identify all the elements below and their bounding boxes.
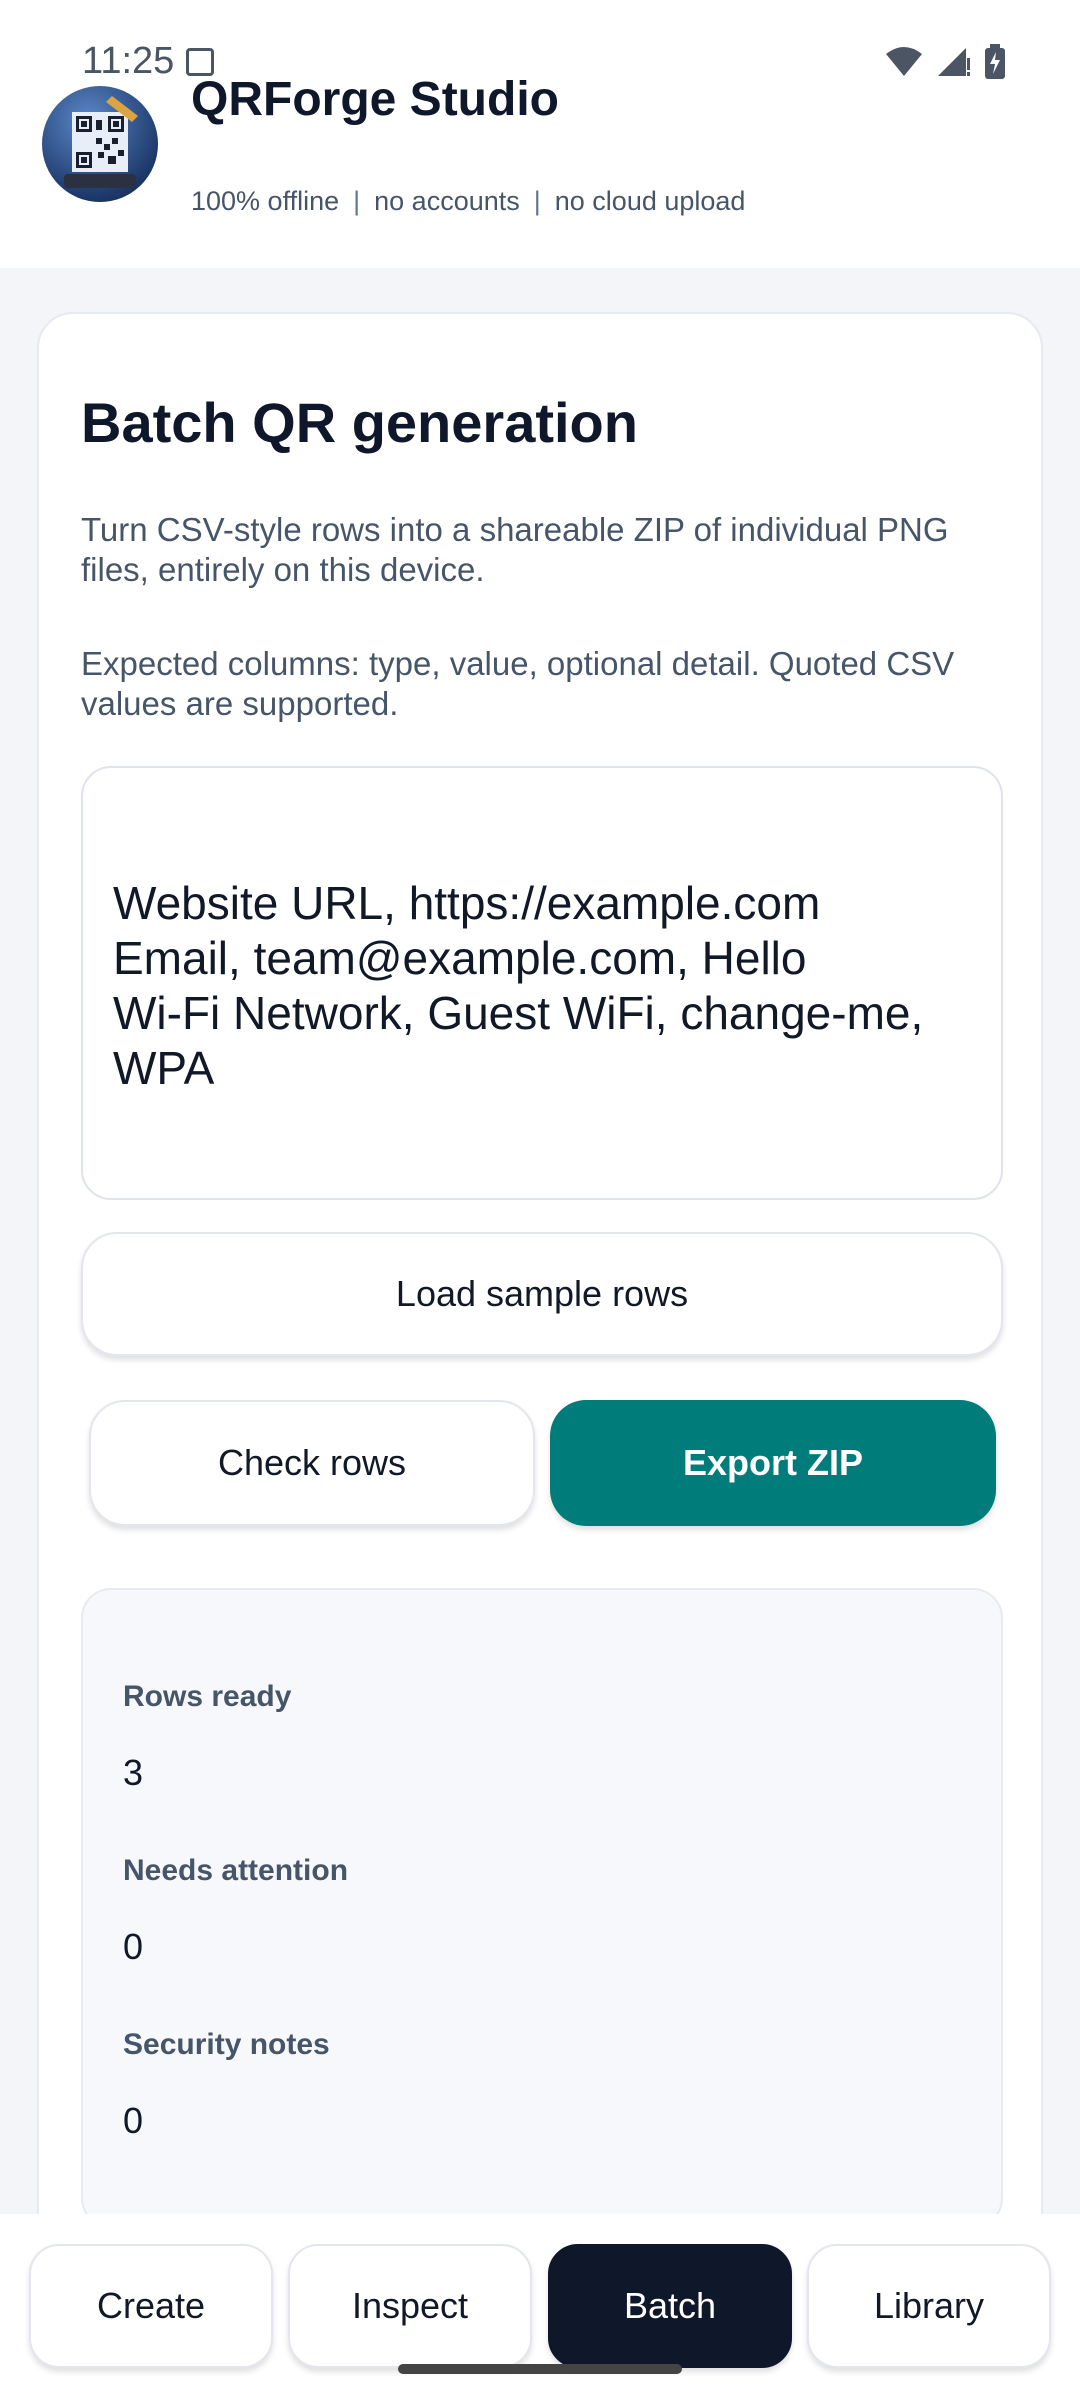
export-zip-button[interactable]: Export ZIP — [550, 1400, 996, 1526]
security-notes-value: 0 — [123, 2100, 144, 2141]
page-title: Batch QR generation — [81, 391, 638, 454]
columns-hint: Expected columns: type, value, optional … — [81, 645, 955, 722]
status-clock: 11:25 — [82, 40, 175, 82]
batch-rows-input[interactable] — [81, 766, 1003, 1200]
subtitle-offline: 100% offline — [191, 186, 340, 216]
rows-ready-label: Rows ready — [123, 1680, 292, 1713]
wifi-icon — [886, 47, 922, 76]
load-sample-rows-button[interactable]: Load sample rows — [81, 1232, 1003, 1356]
check-rows-button[interactable]: Check rows — [89, 1400, 535, 1526]
tab-batch[interactable]: Batch — [548, 2244, 792, 2368]
app-title: QRForge Studio — [191, 73, 559, 126]
needs-attention-value: 0 — [123, 1926, 144, 1967]
battery-charging-icon — [985, 44, 1005, 79]
subtitle-no-cloud: no cloud upload — [554, 186, 746, 216]
subtitle-separator: | — [353, 186, 361, 216]
status-icons — [884, 44, 1006, 80]
tab-library[interactable]: Library — [807, 2244, 1051, 2368]
tab-inspect[interactable]: Inspect — [288, 2244, 532, 2368]
subtitle-no-accounts: no accounts — [374, 186, 520, 216]
rows-ready-value: 3 — [123, 1752, 144, 1793]
signal-icon — [938, 48, 970, 76]
app-subtitle: 100% offline | no accounts | no cloud up… — [191, 186, 745, 217]
batch-description: Turn CSV-style rows into a shareable ZIP… — [81, 511, 949, 588]
security-notes-label: Security notes — [123, 2028, 330, 2061]
batch-stats: Rows ready 3 Needs attention 0 Security … — [81, 1588, 1003, 2228]
home-indicator[interactable] — [398, 2364, 682, 2374]
qr-logo-icon — [42, 86, 158, 202]
batch-card: Batch QR generation Turn CSV-style rows … — [37, 312, 1043, 2400]
tab-create[interactable]: Create — [29, 2244, 273, 2368]
needs-attention-label: Needs attention — [123, 1854, 349, 1887]
subtitle-separator: | — [533, 186, 541, 216]
app-header: 11:25 QRForge Studio 100% offline | no a… — [0, 0, 1080, 268]
